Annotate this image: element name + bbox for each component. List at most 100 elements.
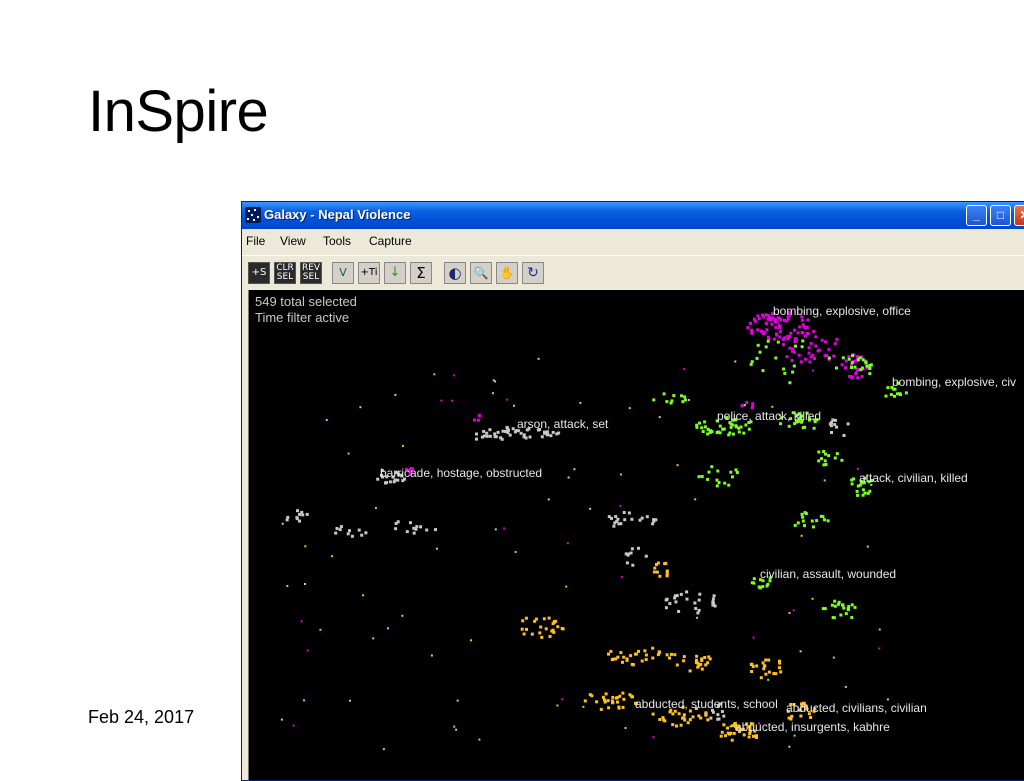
document-point xyxy=(396,520,400,524)
topic-label[interactable]: attack, civilian, killed xyxy=(859,471,968,485)
document-point xyxy=(821,515,825,519)
document-point xyxy=(331,555,334,558)
reverse-selection-button[interactable]: REV SEL xyxy=(300,262,322,284)
document-point xyxy=(664,606,668,610)
document-point xyxy=(827,356,831,360)
document-point xyxy=(835,366,838,370)
clear-selection-button[interactable]: CLR SEL xyxy=(274,262,296,284)
document-point xyxy=(788,612,791,614)
document-point xyxy=(831,418,835,422)
document-point xyxy=(686,721,690,725)
document-point xyxy=(712,594,716,598)
add-view-button[interactable]: V xyxy=(332,262,354,284)
document-point xyxy=(637,649,640,653)
document-point xyxy=(652,570,656,574)
rotate-button[interactable]: ↻ xyxy=(522,262,544,284)
document-point xyxy=(706,477,710,481)
document-point xyxy=(473,418,476,422)
document-point xyxy=(746,326,750,330)
close-button[interactable]: ✕ xyxy=(1014,205,1024,226)
document-point xyxy=(771,405,774,408)
document-point xyxy=(625,561,629,565)
document-point xyxy=(790,359,794,362)
document-point xyxy=(833,423,837,427)
document-point xyxy=(376,477,380,481)
document-point xyxy=(793,350,797,354)
document-point xyxy=(720,730,724,734)
document-point xyxy=(854,372,858,375)
document-point xyxy=(662,392,666,396)
document-point xyxy=(652,736,655,739)
minimize-button[interactable]: _ xyxy=(966,205,987,226)
document-point xyxy=(855,355,859,359)
add-time-button[interactable]: +Ti xyxy=(358,262,380,284)
menu-file[interactable]: File xyxy=(246,234,265,248)
document-point xyxy=(846,608,850,612)
document-point xyxy=(719,734,723,738)
topic-label[interactable]: bombing, explosive, civ xyxy=(892,375,1016,389)
document-point xyxy=(364,531,368,535)
document-point xyxy=(697,664,701,668)
document-point xyxy=(763,331,767,335)
document-point xyxy=(476,418,480,422)
document-point xyxy=(409,521,412,525)
document-point xyxy=(645,515,649,519)
document-point xyxy=(774,356,778,360)
document-point xyxy=(688,718,692,722)
document-point xyxy=(604,692,608,696)
add-selection-button[interactable]: +S xyxy=(248,262,270,284)
document-point xyxy=(708,429,712,433)
document-point xyxy=(785,355,789,359)
topic-label[interactable]: police, attack, killed xyxy=(717,409,821,423)
document-point xyxy=(286,515,290,519)
document-point xyxy=(744,423,748,427)
document-point xyxy=(823,479,826,482)
document-point xyxy=(809,716,813,719)
menu-view[interactable]: View xyxy=(280,234,306,248)
menu-capture[interactable]: Capture xyxy=(369,234,412,248)
document-point xyxy=(300,510,304,514)
maximize-button[interactable]: □ xyxy=(990,205,1011,226)
document-point xyxy=(715,431,719,434)
document-point xyxy=(847,355,851,359)
document-point xyxy=(606,699,610,703)
document-point xyxy=(696,611,700,615)
topic-label[interactable]: barricade, hostage, obstructed xyxy=(380,466,542,480)
arrow-down-button[interactable]: ↓ xyxy=(384,262,406,284)
topic-label[interactable]: abducted, civilians, civilian xyxy=(786,701,927,715)
contrast-button[interactable]: ◐ xyxy=(444,262,466,284)
document-point xyxy=(295,517,299,521)
galaxy-canvas[interactable]: 549 total selected Time filter active bo… xyxy=(248,290,1024,780)
topic-label[interactable]: abducted, insurgents, kabhre xyxy=(735,720,890,734)
document-point xyxy=(620,576,623,579)
topic-label[interactable]: abducted, students, school xyxy=(635,697,778,711)
topic-label[interactable]: civilian, assault, wounded xyxy=(760,567,896,581)
document-point xyxy=(615,696,619,700)
document-point xyxy=(878,628,881,631)
document-point xyxy=(842,606,846,610)
document-point xyxy=(698,592,702,596)
topic-label[interactable]: bombing, explosive, office xyxy=(773,304,911,318)
document-point xyxy=(616,700,619,704)
document-point xyxy=(525,627,528,631)
zoom-button[interactable]: 🔍 xyxy=(470,262,492,284)
document-point xyxy=(811,597,814,600)
document-point xyxy=(611,695,615,699)
document-point xyxy=(709,716,713,720)
document-point xyxy=(767,658,771,662)
document-point xyxy=(360,533,364,537)
document-point xyxy=(530,632,534,636)
document-point xyxy=(475,432,478,436)
document-point xyxy=(619,504,622,507)
document-point xyxy=(405,530,409,534)
menu-tools[interactable]: Tools xyxy=(323,234,351,248)
document-point xyxy=(716,469,720,473)
hand-pan-button[interactable]: ✋ xyxy=(496,262,518,284)
window-titlebar[interactable]: Galaxy - Nepal Violence _ □ ✕ xyxy=(242,202,1024,229)
document-point xyxy=(539,625,543,629)
topic-label[interactable]: arson, attack, set xyxy=(517,417,608,431)
document-point xyxy=(772,337,776,341)
document-point xyxy=(359,406,362,409)
sum-button[interactable]: Σ xyxy=(410,262,432,284)
document-point xyxy=(658,416,661,419)
